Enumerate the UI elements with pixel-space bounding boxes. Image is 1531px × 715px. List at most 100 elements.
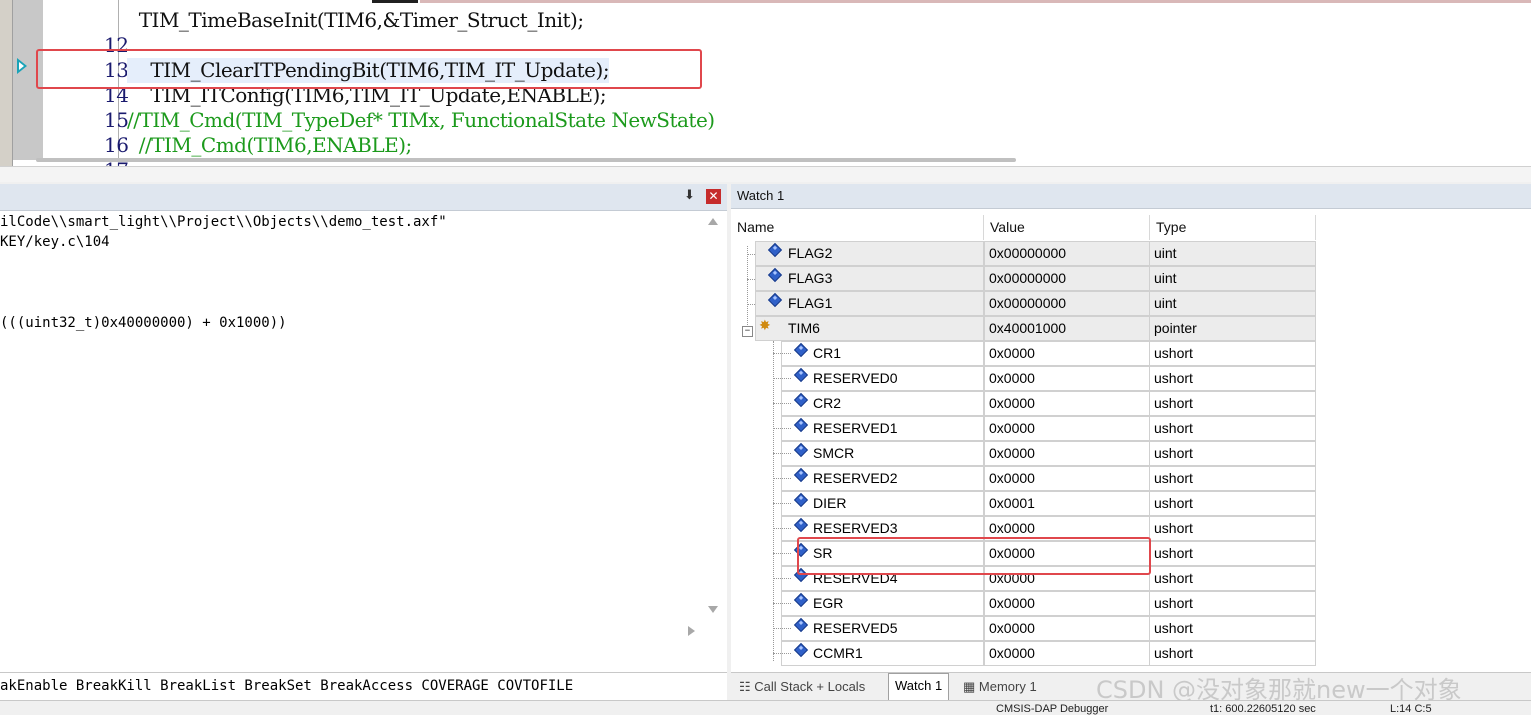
watch-name-cell[interactable]: RESERVED0 bbox=[731, 366, 984, 391]
watch-row[interactable]: TIM6 0x40001000 pointer bbox=[731, 316, 1316, 341]
watch-value[interactable]: 0x0000 bbox=[984, 391, 1150, 416]
watch-value[interactable]: 0x0000 bbox=[984, 541, 1150, 566]
watch-value[interactable]: 0x00000000 bbox=[984, 266, 1150, 291]
code-line-current[interactable]: 14 TIM_ClearITPendingBit(TIM6,TIM_IT_Upd… bbox=[43, 58, 610, 107]
tab-memory1[interactable]: ▦ Memory 1 bbox=[963, 675, 1037, 699]
watch-name: RESERVED3 bbox=[813, 520, 898, 536]
watch-value[interactable]: 0x0000 bbox=[984, 616, 1150, 641]
watch-row[interactable]: DIER 0x0001 ushort bbox=[731, 491, 1316, 516]
scroll-right-icon[interactable] bbox=[688, 626, 695, 636]
watch-type: ushort bbox=[1150, 466, 1316, 491]
watch-value[interactable]: 0x0000 bbox=[984, 516, 1150, 541]
watch-name-cell[interactable]: RESERVED3 bbox=[731, 516, 984, 541]
scroll-up-icon[interactable] bbox=[708, 218, 718, 225]
watch-row[interactable]: RESERVED4 0x0000 ushort bbox=[731, 566, 1316, 591]
watch-value[interactable]: 0x00000000 bbox=[984, 241, 1150, 266]
watch-name-cell[interactable]: FLAG2 bbox=[731, 241, 984, 266]
watch-name-cell[interactable]: RESERVED2 bbox=[731, 466, 984, 491]
watch-name: FLAG2 bbox=[788, 245, 833, 261]
watch-name-cell[interactable]: SMCR bbox=[731, 441, 984, 466]
watch-type: ushort bbox=[1150, 616, 1316, 641]
status-time: t1: 600.22605120 sec bbox=[1210, 703, 1316, 715]
watch-name: CR1 bbox=[813, 345, 842, 361]
column-header-type[interactable]: Type bbox=[1150, 215, 1316, 240]
watch-type: uint bbox=[1150, 266, 1316, 291]
watch-row[interactable]: EGR 0x0000 ushort bbox=[731, 591, 1316, 616]
watch-name-cell[interactable]: DIER bbox=[731, 491, 984, 516]
watch-value[interactable]: 0x0000 bbox=[984, 441, 1150, 466]
watch-name: DIER bbox=[813, 495, 847, 511]
watch-row[interactable]: FLAG3 0x00000000 uint bbox=[731, 266, 1316, 291]
watch-title: Watch 1 bbox=[737, 188, 785, 203]
watch-name-cell[interactable]: CCMR1 bbox=[731, 641, 984, 666]
watch-row[interactable]: RESERVED2 0x0000 ushort bbox=[731, 466, 1316, 491]
code-line[interactable]: 13 bbox=[43, 33, 129, 82]
editor-tab-strip bbox=[420, 0, 1531, 3]
watch-row[interactable]: CR1 0x0000 ushort bbox=[731, 341, 1316, 366]
watch-value[interactable]: 0x00000000 bbox=[984, 291, 1150, 316]
watch-name-cell[interactable]: EGR bbox=[731, 591, 984, 616]
watch-row[interactable]: RESERVED5 0x0000 ushort bbox=[731, 616, 1316, 641]
watch-row[interactable]: FLAG2 0x00000000 uint bbox=[731, 241, 1316, 266]
watch-window[interactable]: Watch 1 Name Value Type FLAG2 0x00000000 u… bbox=[731, 184, 1531, 714]
watch-name-cell[interactable]: RESERVED4 bbox=[731, 566, 984, 591]
watch-type: ushort bbox=[1150, 641, 1316, 666]
watch-name: SMCR bbox=[813, 445, 855, 461]
watch-name: RESERVED5 bbox=[813, 620, 898, 636]
watch-row[interactable]: RESERVED3 0x0000 ushort bbox=[731, 516, 1316, 541]
watch-value[interactable]: 0x0000 bbox=[984, 566, 1150, 591]
watch-name-cell[interactable]: RESERVED5 bbox=[731, 616, 984, 641]
tab-call-stack[interactable]: ☷ Call Stack + Locals bbox=[739, 675, 865, 699]
watch-row[interactable]: SR 0x0000 ushort bbox=[731, 541, 1316, 566]
pin-icon[interactable]: ⬇ bbox=[684, 188, 695, 203]
watch-value[interactable]: 0x0000 bbox=[984, 641, 1150, 666]
scroll-down-icon[interactable] bbox=[708, 606, 718, 613]
watch-name: CCMR1 bbox=[813, 645, 863, 661]
watch-value[interactable]: 0x0001 bbox=[984, 491, 1150, 516]
watch-row[interactable]: RESERVED1 0x0000 ushort bbox=[731, 416, 1316, 441]
watch-name-cell[interactable]: FLAG1 bbox=[731, 291, 984, 316]
editor-left-frame bbox=[0, 0, 13, 182]
watch-value[interactable]: 0x0000 bbox=[984, 341, 1150, 366]
code-line[interactable]: 12 TIM_TimeBaseInit(TIM6,&Timer_Struct_I… bbox=[43, 8, 584, 57]
column-header-name[interactable]: Name bbox=[731, 215, 984, 240]
watch-row[interactable]: RESERVED0 0x0000 ushort bbox=[731, 366, 1316, 391]
watch-type: ushort bbox=[1150, 541, 1316, 566]
watch-name-cell[interactable]: CR2 bbox=[731, 391, 984, 416]
watch-name-cell[interactable]: RESERVED1 bbox=[731, 416, 984, 441]
watch-name-cell[interactable]: SR bbox=[731, 541, 984, 566]
watch-row[interactable]: FLAG1 0x00000000 uint bbox=[731, 291, 1316, 316]
code-editor[interactable]: 12 TIM_TimeBaseInit(TIM6,&Timer_Struct_I… bbox=[0, 0, 1531, 182]
command-vertical-scrollbar[interactable] bbox=[703, 214, 723, 634]
editor-horizontal-scrollbar[interactable] bbox=[36, 158, 1016, 162]
watch-row[interactable]: SMCR 0x0000 ushort bbox=[731, 441, 1316, 466]
status-bar: CMSIS-DAP Debugger t1: 600.22605120 sec … bbox=[0, 700, 1531, 715]
watch-name-cell[interactable]: FLAG3 bbox=[731, 266, 984, 291]
watch-value[interactable]: 0x0000 bbox=[984, 366, 1150, 391]
watch-name: EGR bbox=[813, 595, 844, 611]
collapse-toggle-icon[interactable]: − bbox=[742, 326, 753, 337]
column-header-value[interactable]: Value bbox=[984, 215, 1150, 240]
watch-type: ushort bbox=[1150, 341, 1316, 366]
code-text: TIM_TimeBaseInit(TIM6,&Timer_Struct_Init… bbox=[127, 8, 584, 32]
code-line[interactable]: 16 //TIM_Cmd(TIM_TypeDef* TIMx, Function… bbox=[43, 108, 715, 157]
watch-value[interactable]: 0x0000 bbox=[984, 416, 1150, 441]
watch-row[interactable]: CR2 0x0000 ushort bbox=[731, 391, 1316, 416]
status-cursor: L:14 C:5 bbox=[1390, 703, 1432, 715]
editor-breakpoint-margin[interactable] bbox=[13, 0, 43, 160]
watch-name: FLAG1 bbox=[788, 295, 833, 311]
code-comment: //TIM_Cmd(TIM_TypeDef* TIMx, FunctionalS… bbox=[127, 108, 715, 132]
close-icon[interactable]: ✕ bbox=[706, 189, 721, 204]
watch-row[interactable]: CCMR1 0x0000 ushort bbox=[731, 641, 1316, 666]
watch-name-cell[interactable]: CR1 bbox=[731, 341, 984, 366]
status-debugger: CMSIS-DAP Debugger bbox=[996, 703, 1109, 715]
code-line[interactable]: 17 //TIM_Cmd(TIM6,ENABLE); bbox=[43, 133, 412, 182]
watch-value[interactable]: 0x0000 bbox=[984, 591, 1150, 616]
tab-watch1[interactable]: Watch 1 bbox=[888, 673, 950, 701]
watch-name: TIM6 bbox=[788, 320, 820, 336]
code-line[interactable]: 15 TIM_ITConfig(TIM6,TIM_IT_Update,ENABL… bbox=[43, 83, 607, 132]
editor-tab-strip-dark bbox=[372, 0, 418, 3]
watch-value[interactable]: 0x40001000 bbox=[984, 316, 1150, 341]
watch-value[interactable]: 0x0000 bbox=[984, 466, 1150, 491]
command-window[interactable]: ⬇ ✕ ilCode\\smart_light\\Project\\Object… bbox=[0, 184, 727, 714]
